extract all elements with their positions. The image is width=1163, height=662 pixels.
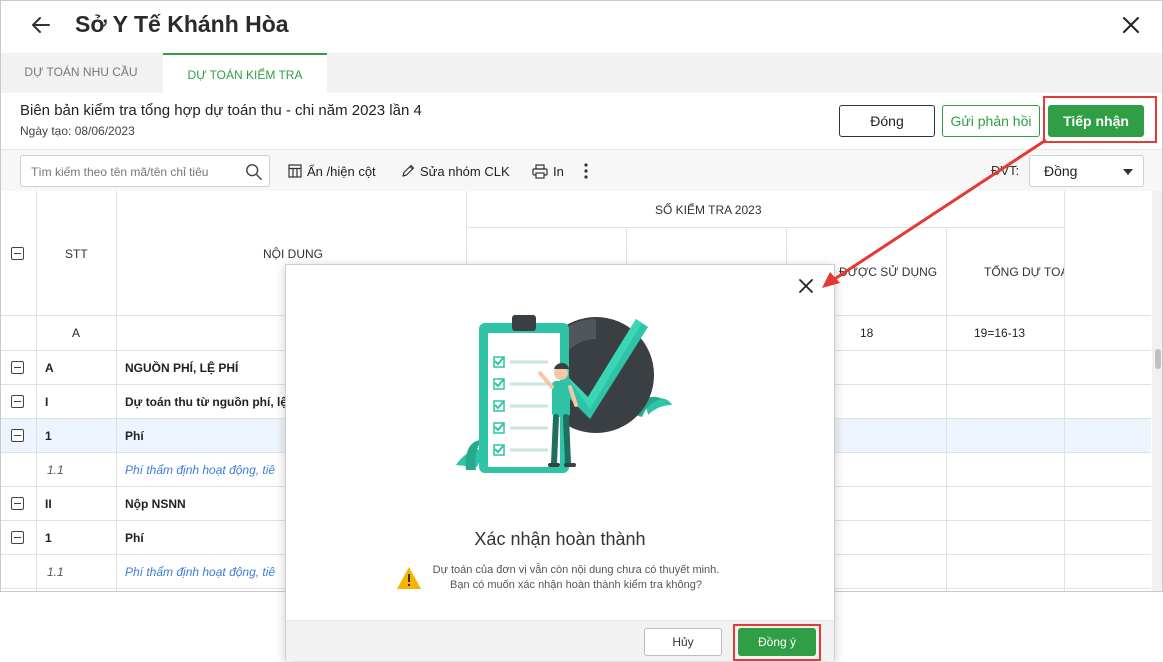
- confirm-highlight-box: [733, 624, 821, 661]
- dialog-title: Xác nhận hoàn thành: [474, 529, 646, 549]
- window-close-button[interactable]: [1119, 13, 1143, 37]
- dialog-message: Dự toán của đơn vị vẫn còn nội dung chưa…: [426, 563, 726, 593]
- row-content[interactable]: NGUỒN PHÍ, LỆ PHÍ: [125, 361, 238, 375]
- header-content: NỘI DUNG: [263, 247, 323, 261]
- pencil-icon: [402, 164, 415, 177]
- checklist-illustration: [456, 315, 672, 473]
- close-icon: [1123, 17, 1139, 33]
- row-toggle[interactable]: [11, 531, 24, 544]
- header-group: SỐ KIỂM TRA 2023: [655, 203, 762, 217]
- header-stt: STT: [65, 247, 88, 261]
- dialog-message-line2: Bạn có muốn xác nhận hoàn thành kiểm tra…: [450, 579, 702, 591]
- print-button[interactable]: In: [532, 161, 564, 181]
- toggle-columns-label: Ẩn /hiện cột: [307, 163, 376, 179]
- dialog-close-button[interactable]: [798, 278, 814, 294]
- unit-select[interactable]: Đồng: [1029, 155, 1144, 187]
- row-content[interactable]: Phí: [125, 531, 144, 545]
- row-toggle[interactable]: [11, 361, 24, 374]
- close-icon: [799, 279, 813, 293]
- tab-bar: DỰ TOÁN NHU CẦU DỰ TOÁN KIỂM TRA: [1, 53, 1162, 93]
- dialog-message-line1: Dự toán của đơn vị vẫn còn nội dung chưa…: [432, 564, 720, 576]
- printer-icon: [532, 163, 548, 179]
- tab-du-toan-nhu-cau[interactable]: DỰ TOÁN NHU CẦU: [1, 53, 161, 93]
- header-used: ĐƯỢC SỬ DỤNG: [839, 265, 938, 279]
- confirm-dialog: Xác nhận hoàn thành Dự toán của đơn vị v…: [285, 264, 835, 661]
- back-button[interactable]: [29, 13, 53, 37]
- edit-group-button[interactable]: Sửa nhóm CLK: [401, 161, 510, 181]
- search-icon[interactable]: [245, 163, 263, 181]
- row-stt: 1.1: [47, 565, 64, 579]
- vertical-scrollbar[interactable]: [1152, 191, 1162, 591]
- document-title: Biên bản kiểm tra tổng hợp dự toán thu -…: [20, 102, 422, 119]
- chevron-down-icon: [1123, 169, 1133, 175]
- title-bar: Sở Y Tế Khánh Hòa: [1, 1, 1162, 53]
- header-total: TỔNG DỰ TOÁN: [984, 265, 1064, 279]
- toggle-columns-button[interactable]: Ẩn /hiện cột: [288, 161, 376, 181]
- unit-label: ĐVT:: [991, 163, 1020, 178]
- search-input[interactable]: [31, 163, 241, 181]
- row-stt: 1.1: [47, 463, 64, 477]
- row-stt: I: [45, 395, 49, 409]
- index-total: 19=16-13: [974, 326, 1026, 340]
- toolbar: Ẩn /hiện cột Sửa nhóm CLK In ĐVT: Đồng: [1, 149, 1162, 191]
- document-date: Ngày tạo: 08/06/2023: [20, 124, 135, 138]
- row-content[interactable]: Dự toán thu từ nguồn phí, lệ: [125, 395, 285, 409]
- row-content[interactable]: Phí thẩm định hoạt động, tiê: [125, 565, 285, 579]
- columns-icon: [288, 164, 302, 178]
- scrollbar-thumb[interactable]: [1155, 349, 1161, 369]
- warning-icon: [397, 567, 421, 589]
- row-stt: 1: [45, 531, 52, 545]
- collapse-all-toggle[interactable]: [11, 247, 24, 260]
- arrow-left-icon: [32, 17, 50, 33]
- unit-select-value: Đồng: [1044, 163, 1078, 179]
- search-box: [20, 155, 270, 187]
- row-stt: II: [45, 497, 52, 511]
- send-feedback-button[interactable]: Gửi phản hồi: [942, 105, 1040, 137]
- edit-group-label: Sửa nhóm CLK: [420, 163, 510, 179]
- more-options-button[interactable]: [583, 161, 595, 181]
- close-button[interactable]: Đóng: [839, 105, 935, 137]
- row-stt: 1: [45, 429, 52, 443]
- cancel-button[interactable]: Hủy: [644, 628, 722, 656]
- row-toggle[interactable]: [11, 429, 24, 442]
- row-content[interactable]: Phí: [125, 429, 144, 443]
- accept-highlight-box: [1043, 96, 1157, 143]
- row-stt: A: [45, 361, 54, 375]
- print-label: In: [553, 163, 564, 179]
- more-vertical-icon: [584, 163, 588, 179]
- row-content[interactable]: Phí thẩm định hoạt động, tiê: [125, 463, 285, 477]
- row-content[interactable]: Nộp NSNN: [125, 497, 186, 511]
- row-toggle[interactable]: [11, 395, 24, 408]
- page-title: Sở Y Tế Khánh Hòa: [75, 11, 289, 37]
- row-toggle[interactable]: [11, 497, 24, 510]
- tab-du-toan-kiem-tra[interactable]: DỰ TOÁN KIỂM TRA: [163, 53, 327, 93]
- index-used: 18: [860, 326, 874, 340]
- index-stt: A: [72, 326, 81, 340]
